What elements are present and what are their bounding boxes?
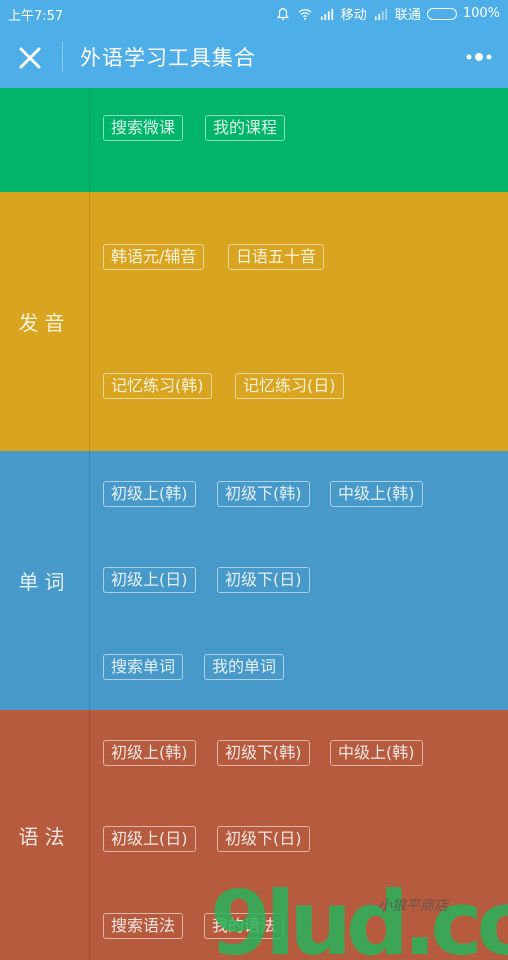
vocab-beginner2-korean-button[interactable]: 初级下(韩) [217,481,310,507]
section-grammar: 语法 初级上(韩) 初级下(韩) 中级上(韩) 初级上(日) 初级下(日) 搜索… [0,710,508,960]
search-word-button[interactable]: 搜索单词 [103,654,184,680]
battery-icon [426,7,457,20]
section-pronunciation: 发音 韩语元/辅音 日语五十音 记忆练习(韩) 记忆练习(日) [0,192,508,451]
section-label [0,88,90,192]
wifi-icon [298,8,312,20]
search-course-button[interactable]: 搜索微课 [103,115,184,141]
section-label-grammar: 语法 [0,710,90,960]
vocab-beginner2-japanese-button[interactable]: 初级下(日) [217,567,310,593]
korean-vowel-consonant-button[interactable]: 韩语元/辅音 [103,244,205,270]
status-right: 移动 联通 100% [275,4,500,23]
vocab-intermediate1-korean-button[interactable]: 中级上(韩) [330,481,423,507]
my-course-button[interactable]: 我的课程 [205,115,286,141]
carrier-2: 联通 [394,8,421,23]
memory-practice-korean-button[interactable]: 记忆练习(韩) [103,373,212,399]
nav-bar: 外语学习工具集合 [0,26,508,88]
grammar-beginner1-korean-button[interactable]: 初级上(韩) [103,740,196,766]
carrier-1: 移动 [340,8,367,23]
grammar-beginner2-korean-button[interactable]: 初级下(韩) [217,740,310,766]
section-label-pronunciation: 发音 [0,192,90,451]
section-vocabulary: 单词 初级上(韩) 初级下(韩) 中级上(韩) 初级上(日) 初级下(日) 搜索… [0,451,508,710]
status-time: 上午7:57 [8,9,64,24]
signal-icon-1 [320,8,333,20]
page-title: 外语学习工具集合 [80,46,256,70]
vocab-beginner1-japanese-button[interactable]: 初级上(日) [103,567,196,593]
japanese-kana-button[interactable]: 日语五十音 [228,244,325,270]
close-icon[interactable] [14,42,46,74]
vocab-beginner1-korean-button[interactable]: 初级上(韩) [103,481,196,507]
my-grammar-button[interactable]: 我的语法 [204,913,285,939]
my-words-button[interactable]: 我的单词 [204,654,285,680]
nav-divider [62,42,63,72]
memory-practice-japanese-button[interactable]: 记忆练习(日) [235,373,344,399]
search-grammar-button[interactable]: 搜索语法 [103,913,184,939]
alarm-icon [276,7,289,20]
section-courses: 搜索微课 我的课程 [0,88,508,192]
grammar-intermediate1-korean-button[interactable]: 中级上(韩) [330,740,423,766]
section-label-vocabulary: 单词 [0,451,90,710]
signal-icon-2 [374,8,387,20]
grammar-beginner2-japanese-button[interactable]: 初级下(日) [217,826,310,852]
more-icon[interactable] [464,44,494,70]
status-bar: 上午7:57 移动 联通 100% [0,0,508,26]
grammar-beginner1-japanese-button[interactable]: 初级上(日) [103,826,196,852]
battery-level: 100% [462,6,500,21]
